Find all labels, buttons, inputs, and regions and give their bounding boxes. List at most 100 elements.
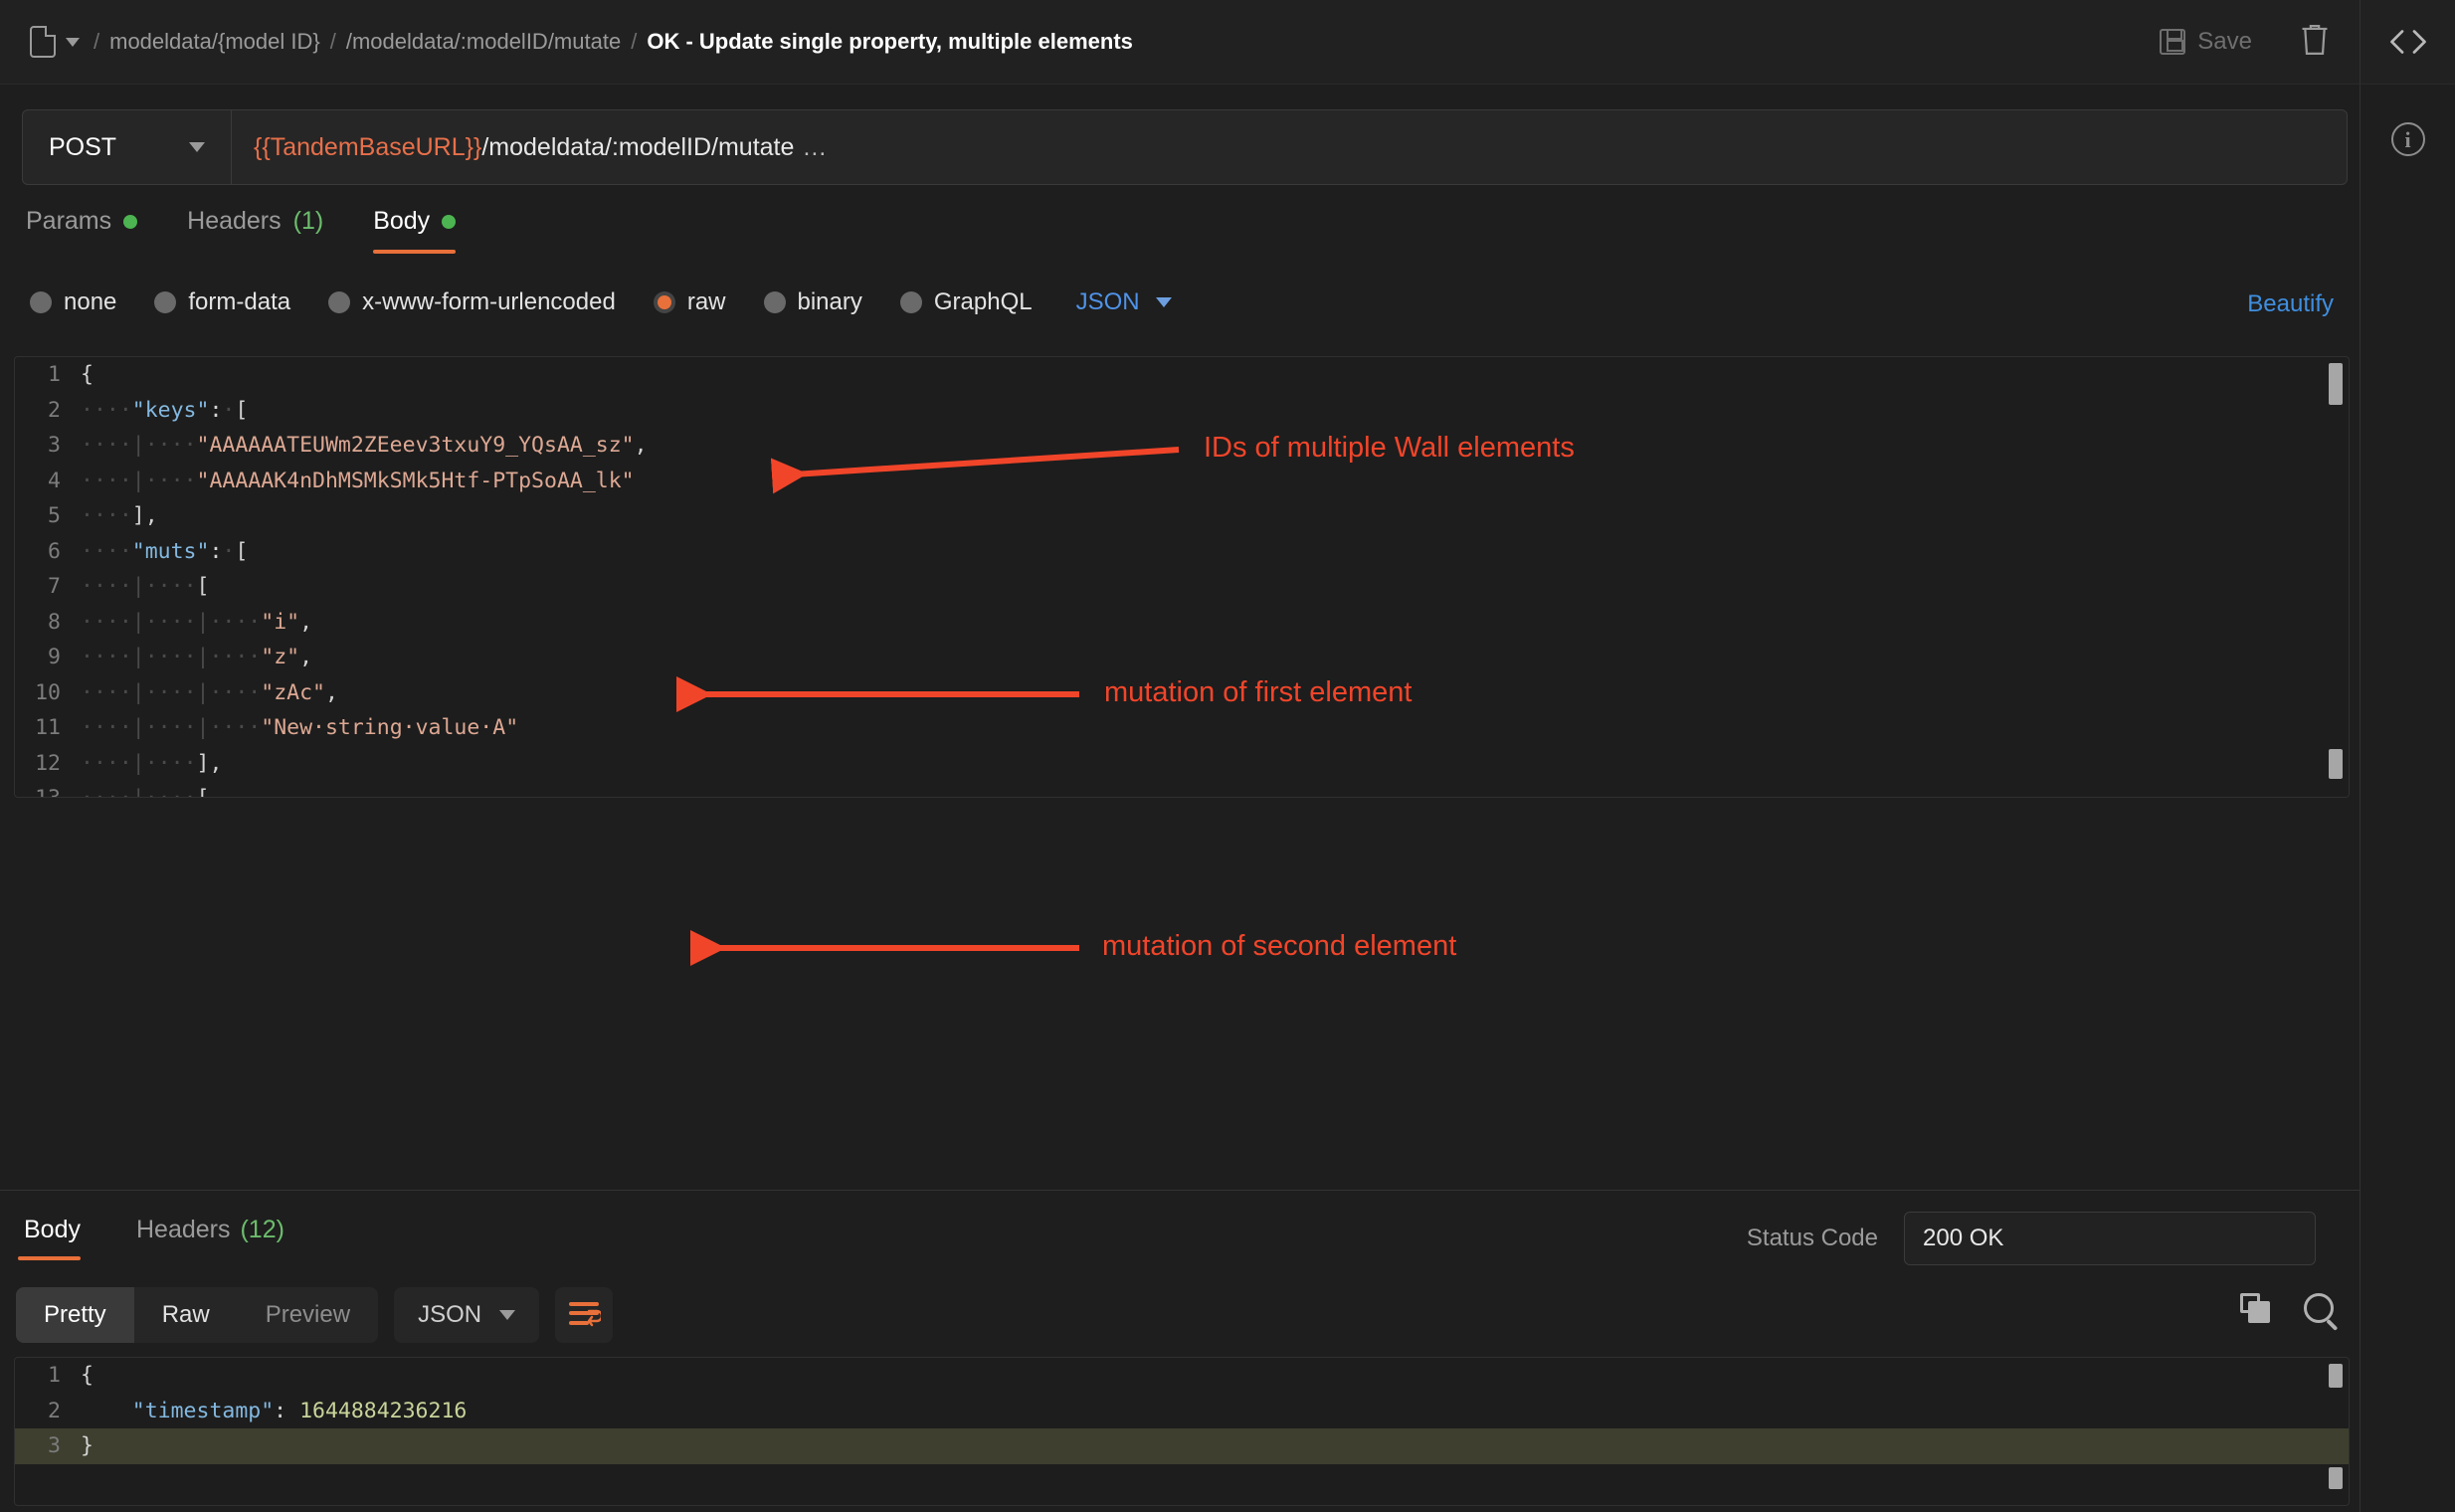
url-overflow-ellipsis: … [802,132,828,161]
code-line[interactable]: 8 ····|····|····"i", [15,605,2349,641]
body-format-select[interactable]: JSON [1076,288,1172,316]
http-method-value: POST [49,132,117,161]
url-variable: {{TandemBaseURL}} [254,132,482,161]
collection-icon [30,26,56,58]
breadcrumb-separator-0: / [94,29,100,54]
breadcrumb-separator-2: / [631,29,638,54]
response-body-editor[interactable]: 1{2 "timestamp": 1644884236216 3} [14,1357,2350,1506]
code-line[interactable]: 3} [15,1428,2349,1464]
save-button[interactable]: Save [2142,28,2270,56]
response-tab-body-label: Body [24,1216,81,1243]
code-line[interactable]: 1{ [15,357,2349,393]
code-line[interactable]: 1{ [15,1358,2349,1394]
chevron-down-icon [1155,297,1172,307]
code-line[interactable]: 3 ····|····"AAAAAATEUWm2ZEeev3txuY9_YQsAA… [15,428,2349,464]
chevron-down-icon [499,1310,516,1320]
token-guide: | [131,750,145,776]
token-guide: | [196,679,210,705]
code-line[interactable]: 4 ····|····"AAAAAK4nDhMSMkSMk5Htf-PTpSoAA… [15,464,2349,499]
view-mode-pretty[interactable]: Pretty [16,1287,134,1343]
body-type-form-data[interactable]: form-data [154,288,290,316]
code-snippet-button[interactable] [2360,0,2455,84]
code-line[interactable]: 5 ····], [15,498,2349,534]
token-guide: | [131,468,145,493]
status-badge: 200 OK [1904,1212,2316,1265]
search-icon[interactable] [2304,1293,2334,1323]
breadcrumb-item-1[interactable]: /modeldata/:modelID/mutate [346,29,621,55]
response-tab-body[interactable]: Body [18,1216,87,1260]
scrollbar-thumb-top[interactable] [2329,1364,2343,1388]
http-method-select[interactable]: POST [23,110,232,184]
body-type-raw[interactable]: raw [653,288,726,316]
breadcrumb-item-0[interactable]: modeldata/{model ID} [109,29,320,55]
response-editor-scrollbar[interactable] [2329,1362,2343,1501]
radio-icon [328,291,351,313]
breadcrumb-separator-1: / [329,29,336,54]
code-text: ····|····], [81,746,222,782]
response-format-select[interactable]: JSON [394,1287,540,1343]
body-type-urlencoded[interactable]: x-www-form-urlencoded [328,288,616,316]
token-ws: ···· [209,679,262,705]
body-type-none[interactable]: none [30,288,116,316]
view-mode-preview[interactable]: Preview [238,1287,378,1343]
wrap-lines-button[interactable] [555,1287,614,1343]
token-ws: ···· [81,397,132,423]
token-p: ] [131,503,145,528]
delete-button[interactable] [2270,22,2360,63]
code-line[interactable]: 12 ····|····], [15,746,2349,782]
code-line[interactable]: 2 "timestamp": 1644884236216 [15,1394,2349,1429]
token-p: { [81,362,94,387]
code-line[interactable]: 7 ····|····[ [15,569,2349,605]
scrollbar-thumb-bottom[interactable] [2329,749,2343,779]
response-tab-headers[interactable]: Headers (12) [130,1216,290,1260]
request-body-editor[interactable]: 1{2 ····"keys":·[3 ····|····"AAAAAATEUWm2Z… [14,356,2350,798]
body-type-binary[interactable]: binary [763,288,862,316]
code-line[interactable]: 11 ····|····|····"New·string·value·A" [15,710,2349,746]
view-mode-raw[interactable]: Raw [134,1287,238,1343]
url-input[interactable]: {{TandemBaseURL}}/modeldata/:modelID/mut… [232,110,2347,184]
info-circle-icon[interactable]: i [2390,122,2425,156]
code-line[interactable]: 13····|····[ [15,781,2349,797]
copy-icon[interactable] [2240,1293,2270,1323]
response-tab-headers-count: (12) [240,1216,284,1243]
response-view-mode-group: Pretty Raw Preview [16,1287,379,1343]
tab-body[interactable]: Body [373,207,472,254]
code-text: ····|····|····"zAc", [81,675,338,711]
token-p: } [81,1433,94,1458]
token-ws: ···· [81,609,132,635]
body-type-graphql[interactable]: GraphQL [899,288,1033,316]
line-number: 8 [48,609,61,635]
floppy-disk-icon [2160,29,2186,55]
token-ws: ···· [81,538,132,564]
scrollbar-thumb-top[interactable] [2329,363,2343,405]
code-line[interactable]: 9 ····|····|····"z", [15,640,2349,675]
code-line[interactable]: 6 ····"muts":·[ [15,534,2349,570]
line-number: 7 [48,574,61,599]
code-text: ····|····[ [81,781,209,797]
token-ws: ···· [81,574,132,599]
code-line[interactable]: 2 ····"keys":·[ [15,393,2349,429]
request-editor-scrollbar[interactable] [2329,361,2343,793]
chevron-down-icon[interactable] [66,37,80,47]
token-s: "i" [261,609,300,635]
token-s: "z" [261,645,300,669]
request-code-lines[interactable]: 1{2 ····"keys":·[3 ····|····"AAAAAATEUWm2Z… [15,357,2349,797]
token-ws [81,1399,132,1423]
token-ws: ···· [144,574,197,599]
tab-params[interactable]: Params [26,207,153,254]
code-text: { [81,1358,94,1394]
tab-headers[interactable]: Headers (1) [187,207,339,254]
token-s: "AAAAAATEUWm2ZEeev3txuY9_YQsAA_sz" [196,433,635,458]
body-type-radio-group: none form-data x-www-form-urlencoded raw… [30,288,1172,316]
token-p: [ [196,574,210,599]
token-s: "New·string·value·A" [261,715,519,740]
line-number: 4 [48,468,61,493]
code-brackets-icon [2389,30,2426,54]
token-ws: · [222,538,236,564]
response-code-lines[interactable]: 1{2 "timestamp": 1644884236216 3} [15,1358,2349,1464]
beautify-button[interactable]: Beautify [2247,290,2334,318]
token-ws: · [222,397,236,423]
status-code-area: Status Code 200 OK [1747,1212,2316,1265]
scrollbar-thumb-bottom[interactable] [2329,1467,2343,1489]
code-text: ····], [81,498,158,534]
